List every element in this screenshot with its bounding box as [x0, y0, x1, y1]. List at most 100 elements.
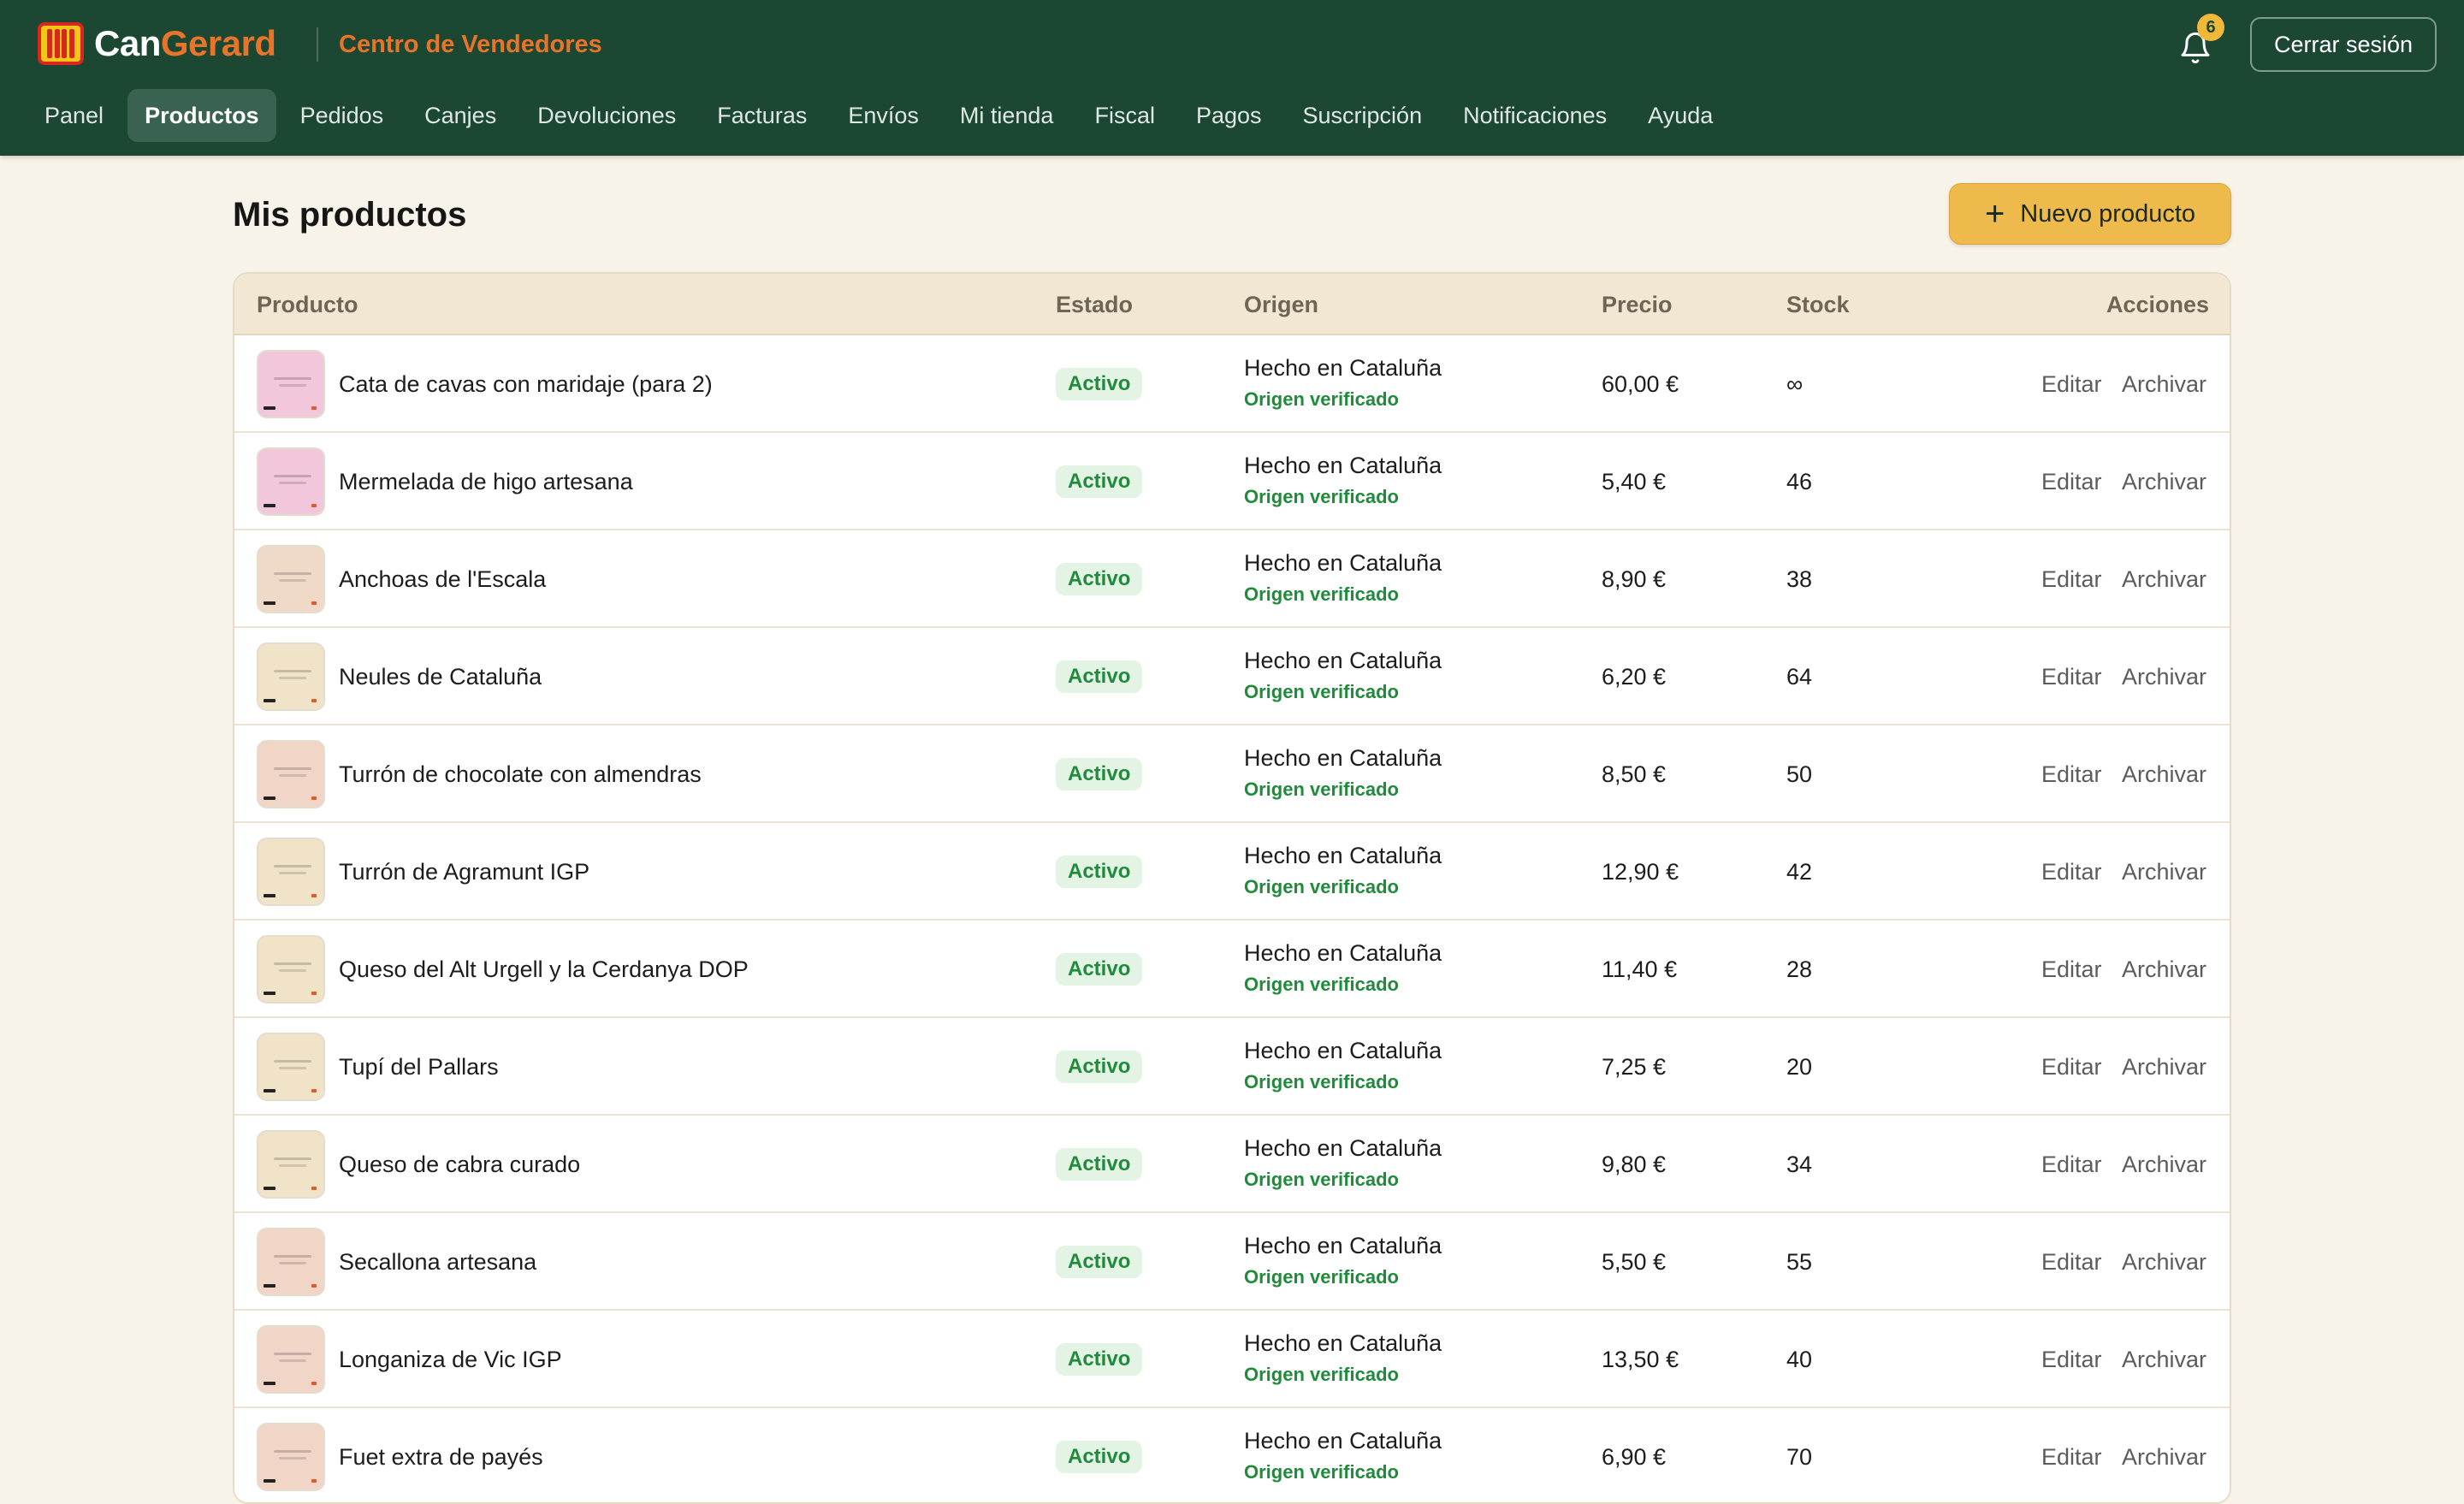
- edit-button[interactable]: Editar: [2041, 921, 2102, 1018]
- nav-item-suscripción[interactable]: Suscripción: [1286, 89, 1440, 142]
- table-row: Turrón de chocolate con almendras Activo H…: [234, 725, 2230, 823]
- nav-item-mi-tienda[interactable]: Mi tienda: [943, 89, 1071, 142]
- page-title: Mis productos: [233, 196, 467, 234]
- seller-center-title: Centro de Vendedores: [339, 31, 602, 58]
- origin-text: Hecho en Cataluña: [1244, 1038, 1442, 1063]
- brand-name-part2: Gerard: [160, 23, 276, 63]
- edit-button[interactable]: Editar: [2041, 1213, 2102, 1311]
- archive-button[interactable]: Archivar: [2122, 823, 2206, 921]
- edit-button[interactable]: Editar: [2041, 1018, 2102, 1116]
- nav-item-notificaciones[interactable]: Notificaciones: [1446, 89, 1624, 142]
- nav-item-envíos[interactable]: Envíos: [831, 89, 936, 142]
- status-badge: Activo: [1056, 1051, 1143, 1083]
- nav-item-productos[interactable]: Productos: [127, 89, 276, 142]
- nav-item-pedidos[interactable]: Pedidos: [283, 89, 401, 142]
- product-thumbnail[interactable]: [257, 1325, 325, 1394]
- archive-button[interactable]: Archivar: [2122, 725, 2206, 823]
- nav-item-panel[interactable]: Panel: [27, 89, 121, 142]
- column-header-status[interactable]: Estado: [1056, 274, 1133, 335]
- archive-button[interactable]: Archivar: [2122, 530, 2206, 628]
- archive-button[interactable]: Archivar: [2122, 1018, 2206, 1116]
- product-name[interactable]: Neules de Cataluña: [339, 628, 542, 725]
- product-name[interactable]: Cata de cavas con maridaje (para 2): [339, 335, 713, 433]
- edit-button[interactable]: Editar: [2041, 628, 2102, 725]
- nav-item-devoluciones[interactable]: Devoluciones: [520, 89, 693, 142]
- table-row: Queso del Alt Urgell y la Cerdanya DOP Ac…: [234, 921, 2230, 1018]
- nav-item-canjes[interactable]: Canjes: [407, 89, 513, 142]
- notification-count-badge: 6: [2197, 14, 2224, 41]
- status-badge: Activo: [1056, 1246, 1143, 1278]
- stock-value: ∞: [1786, 371, 1804, 397]
- table-row: Cata de cavas con maridaje (para 2) Activ…: [234, 335, 2230, 433]
- status-badge: Activo: [1056, 660, 1143, 693]
- product-name[interactable]: Anchoas de l'Escala: [339, 530, 546, 628]
- edit-button[interactable]: Editar: [2041, 530, 2102, 628]
- product-thumbnail[interactable]: [257, 642, 325, 711]
- brand-name-part1: Can: [94, 23, 161, 63]
- product-name[interactable]: Mermelada de higo artesana: [339, 433, 633, 530]
- archive-button[interactable]: Archivar: [2122, 1311, 2206, 1408]
- product-thumbnail[interactable]: [257, 1228, 325, 1296]
- origin-verified-label: Origen verificado: [1244, 1266, 1399, 1288]
- price-value: 11,40 €: [1602, 956, 1678, 982]
- table-row: Neules de Cataluña Activo Hecho en Cataluñ…: [234, 628, 2230, 725]
- logout-button[interactable]: Cerrar sesión: [2250, 17, 2437, 72]
- nav-item-facturas[interactable]: Facturas: [700, 89, 824, 142]
- product-thumbnail[interactable]: [257, 740, 325, 808]
- product-thumbnail[interactable]: [257, 1130, 325, 1199]
- archive-button[interactable]: Archivar: [2122, 628, 2206, 725]
- origin-verified-label: Origen verificado: [1244, 583, 1399, 605]
- table-row: Mermelada de higo artesana Activo Hecho en…: [234, 433, 2230, 530]
- product-thumbnail[interactable]: [257, 935, 325, 1004]
- product-name[interactable]: Fuet extra de payés: [339, 1408, 543, 1502]
- product-name[interactable]: Secallona artesana: [339, 1213, 536, 1311]
- column-header-price[interactable]: Precio: [1602, 274, 1673, 335]
- product-thumbnail[interactable]: [257, 545, 325, 613]
- edit-button[interactable]: Editar: [2041, 823, 2102, 921]
- nav-item-ayuda[interactable]: Ayuda: [1631, 89, 1730, 142]
- archive-button[interactable]: Archivar: [2122, 1116, 2206, 1213]
- archive-button[interactable]: Archivar: [2122, 921, 2206, 1018]
- brand-logo[interactable]: CanGerard: [94, 21, 276, 67]
- edit-button[interactable]: Editar: [2041, 335, 2102, 433]
- product-thumbnail[interactable]: [257, 838, 325, 906]
- column-header-stock[interactable]: Stock: [1786, 274, 1850, 335]
- status-badge: Activo: [1056, 368, 1143, 400]
- column-header-origin[interactable]: Origen: [1244, 274, 1318, 335]
- origin-verified-label: Origen verificado: [1244, 486, 1399, 507]
- product-thumbnail[interactable]: [257, 447, 325, 516]
- edit-button[interactable]: Editar: [2041, 1116, 2102, 1213]
- archive-button[interactable]: Archivar: [2122, 1408, 2206, 1502]
- product-name[interactable]: Tupí del Pallars: [339, 1018, 499, 1116]
- nav-item-fiscal[interactable]: Fiscal: [1077, 89, 1172, 142]
- table-row: Secallona artesana Activo Hecho en Cataluñ…: [234, 1213, 2230, 1311]
- origin-verified-label: Origen verificado: [1244, 681, 1399, 702]
- archive-button[interactable]: Archivar: [2122, 433, 2206, 530]
- nav-item-pagos[interactable]: Pagos: [1179, 89, 1279, 142]
- product-name[interactable]: Longaniza de Vic IGP: [339, 1311, 562, 1408]
- price-value: 6,90 €: [1602, 1444, 1667, 1470]
- product-thumbnail[interactable]: [257, 1033, 325, 1101]
- senyera-logo-icon[interactable]: [38, 22, 84, 65]
- product-name[interactable]: Turrón de Agramunt IGP: [339, 823, 589, 921]
- origin-text: Hecho en Cataluña: [1244, 940, 1442, 966]
- product-name[interactable]: Turrón de chocolate con almendras: [339, 725, 702, 823]
- product-name[interactable]: Queso de cabra curado: [339, 1116, 580, 1213]
- product-name[interactable]: Queso del Alt Urgell y la Cerdanya DOP: [339, 921, 749, 1018]
- product-thumbnail[interactable]: [257, 1423, 325, 1491]
- main-nav: Panel Productos Pedidos Canjes Devoluciones F…: [27, 89, 1730, 142]
- new-product-button[interactable]: + Nuevo producto: [1949, 183, 2231, 245]
- edit-button[interactable]: Editar: [2041, 725, 2102, 823]
- table-row: Queso de cabra curado Activo Hecho en Cata…: [234, 1116, 2230, 1213]
- origin-text: Hecho en Cataluña: [1244, 550, 1442, 576]
- origin-verified-label: Origen verificado: [1244, 779, 1399, 800]
- edit-button[interactable]: Editar: [2041, 1311, 2102, 1408]
- status-badge: Activo: [1056, 563, 1143, 595]
- archive-button[interactable]: Archivar: [2122, 335, 2206, 433]
- edit-button[interactable]: Editar: [2041, 433, 2102, 530]
- product-thumbnail[interactable]: [257, 350, 325, 418]
- column-header-product[interactable]: Producto: [257, 274, 358, 335]
- status-badge: Activo: [1056, 1441, 1143, 1473]
- edit-button[interactable]: Editar: [2041, 1408, 2102, 1502]
- archive-button[interactable]: Archivar: [2122, 1213, 2206, 1311]
